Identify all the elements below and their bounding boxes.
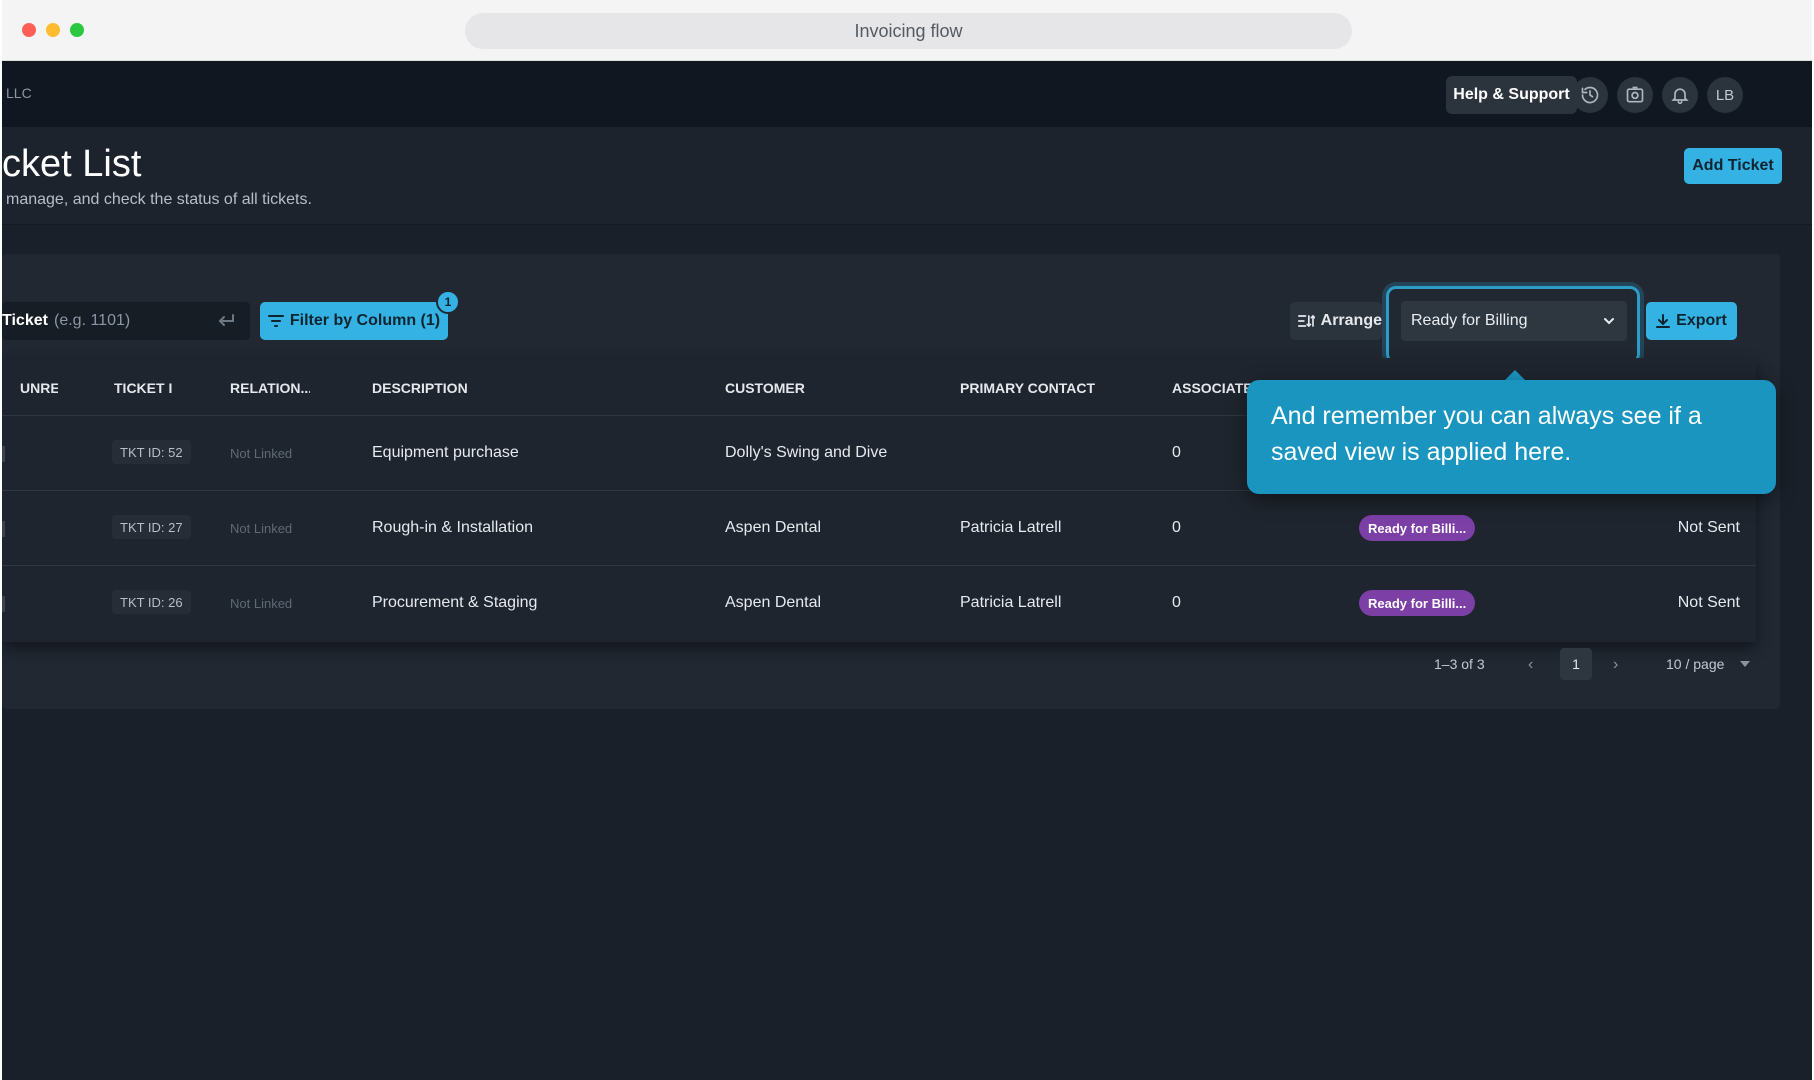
- history-icon: [1581, 86, 1599, 104]
- customer-cell: Dolly's Swing and Dive: [725, 444, 888, 461]
- download-icon: [1656, 314, 1671, 328]
- associated-cell: 0: [1172, 594, 1181, 611]
- column-header-relation[interactable]: RELATION...: [230, 380, 310, 396]
- arrange-button[interactable]: Arrange: [1290, 302, 1382, 340]
- next-page-button[interactable]: ›: [1613, 656, 1618, 674]
- maximize-window-button[interactable]: [70, 23, 84, 37]
- relation-value: Not Linked: [230, 521, 293, 536]
- description-cell: Procurement & Staging: [372, 594, 538, 611]
- export-button[interactable]: Export: [1646, 302, 1737, 340]
- column-header-description[interactable]: DESCRIPTION: [372, 380, 468, 396]
- arrange-columns-icon: [1298, 314, 1315, 328]
- description-cell: Equipment purchase: [372, 444, 519, 461]
- page-title: cket List: [2, 143, 142, 185]
- filter-icon: [267, 315, 284, 327]
- browser-chrome: Invoicing flow: [2, 0, 1812, 61]
- row-unread-marker: [2, 521, 5, 537]
- ticket-id-chip: TKT ID: 26: [112, 590, 191, 614]
- caret-down-icon[interactable]: [1740, 661, 1750, 667]
- camera-icon: [1626, 86, 1644, 103]
- filter-label: Filter by Column (1): [289, 312, 441, 329]
- associated-cell: 0: [1172, 519, 1181, 536]
- ticket-id-chip: TKT ID: 52: [112, 440, 191, 464]
- filter-by-column-button[interactable]: Filter by Column (1): [260, 302, 448, 340]
- minimize-window-button[interactable]: [46, 23, 60, 37]
- top-navigation-bar: LLC Help & Support LB: [2, 61, 1812, 127]
- app-window: Invoicing flow LLC Help & Support LB cke…: [2, 0, 1812, 1080]
- column-header-primary-contact[interactable]: PRIMARY CONTACT: [960, 380, 1095, 396]
- page-header: cket List manage, and check the status o…: [2, 127, 1812, 225]
- close-window-button[interactable]: [22, 23, 36, 37]
- search-label: Ticket: [2, 312, 48, 329]
- table-row[interactable]: TKT ID: 27 Not Linked Rough-in & Install…: [2, 491, 1756, 566]
- page-number-button[interactable]: 1: [1560, 648, 1592, 680]
- organization-name: LLC: [6, 85, 32, 101]
- saved-view-value: Ready for Billing: [1411, 312, 1528, 329]
- table-row[interactable]: TKT ID: 26 Not Linked Procurement & Stag…: [2, 566, 1756, 641]
- user-avatar[interactable]: LB: [1707, 77, 1743, 113]
- screenshot-button[interactable]: [1617, 77, 1653, 113]
- export-label: Export: [1676, 312, 1727, 329]
- invoice-status-cell: Not Sent: [1677, 594, 1740, 611]
- row-unread-marker: [2, 596, 5, 612]
- customer-cell: Aspen Dental: [725, 519, 822, 536]
- column-header-customer[interactable]: CUSTOMER: [725, 380, 805, 396]
- relation-value: Not Linked: [230, 446, 293, 461]
- arrange-label: Arrange: [1320, 312, 1382, 329]
- enter-icon[interactable]: [216, 312, 236, 330]
- chevron-down-icon: [1604, 318, 1614, 325]
- primary-contact-cell: Patricia Latrell: [960, 594, 1062, 611]
- add-ticket-button[interactable]: Add Ticket: [1684, 148, 1782, 184]
- page-subtitle: manage, and check the status of all tick…: [6, 191, 312, 208]
- bell-icon: [1671, 88, 1689, 105]
- help-support-button[interactable]: Help & Support: [1446, 76, 1577, 114]
- history-button[interactable]: [1572, 77, 1608, 113]
- column-header-ticket-id[interactable]: TICKET I: [114, 380, 172, 396]
- filter-count-badge: 1: [436, 290, 460, 314]
- notifications-button[interactable]: [1662, 77, 1698, 113]
- primary-contact-cell: Patricia Latrell: [960, 519, 1062, 536]
- status-badge: Ready for Billi...: [1359, 515, 1476, 541]
- associated-cell: 0: [1172, 444, 1181, 461]
- guide-tooltip: And remember you can always see if a sav…: [1247, 380, 1776, 494]
- previous-page-button[interactable]: ‹: [1528, 656, 1533, 674]
- pagination-range: 1–3 of 3: [1434, 656, 1485, 672]
- saved-view-select[interactable]: Ready for Billing: [1401, 301, 1627, 341]
- description-cell: Rough-in & Installation: [372, 519, 533, 536]
- column-header-unread[interactable]: UNRE: [20, 380, 58, 396]
- ticket-search: Ticket: [2, 302, 250, 340]
- row-unread-marker: [2, 446, 5, 462]
- customer-cell: Aspen Dental: [725, 594, 822, 611]
- relation-value: Not Linked: [230, 596, 293, 611]
- page-size-select[interactable]: 10 / page: [1666, 656, 1724, 672]
- ticket-id-chip: TKT ID: 27: [112, 515, 191, 539]
- status-badge: Ready for Billi...: [1359, 590, 1476, 616]
- ticket-search-input[interactable]: [54, 309, 204, 333]
- invoice-status-cell: Not Sent: [1677, 519, 1740, 536]
- address-bar[interactable]: Invoicing flow: [465, 13, 1352, 49]
